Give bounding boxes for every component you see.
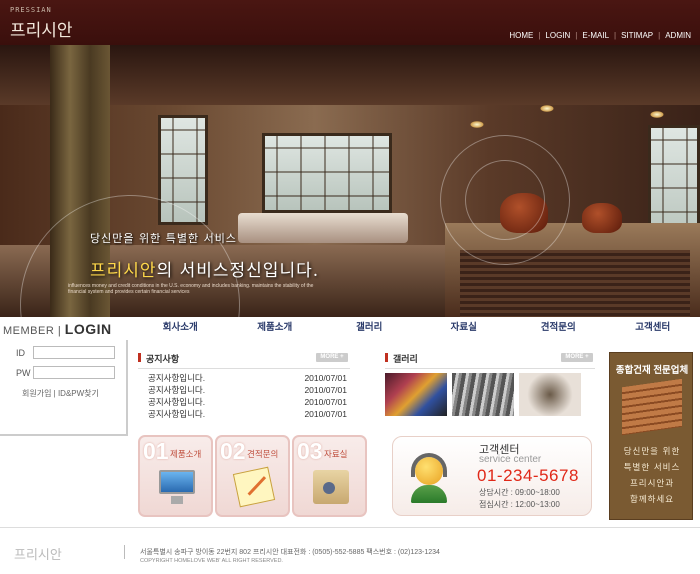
top-nav-sitemap[interactable]: SITIMAP [616,31,658,40]
notice-board: 공지사항 MORE + 공지사항입니다. 2010/07/01 공지사항입니다. 2… [138,352,350,420]
banner-line: 함께하세요 [629,495,675,505]
gallery-header: 갤러리 MORE + [385,352,595,366]
banner-title: 종합건재 전문업체 [615,365,689,376]
banner-line: 특별한 서비스 [623,463,681,473]
hero-lamp [470,121,484,128]
service-hours: 상담시간 : 09:00~18:00 [479,488,560,497]
quick-button-quote[interactable]: 02 견적문의 [215,435,290,517]
notice-row[interactable]: 공지사항입니다. 2010/07/01 [138,396,350,408]
login-title: MEMBER | LOGIN [3,321,112,337]
divider [385,368,595,369]
login-title-main: LOGIN [64,321,112,337]
notice-title: 공지사항 [146,354,180,364]
notice-row-title[interactable]: 공지사항입니다. [148,396,205,408]
quick-button-label: 견적문의 [247,449,279,459]
monitor-icon [159,470,195,504]
gallery-thumbnail[interactable] [385,373,447,416]
notice-row[interactable]: 공지사항입니다. 2010/07/01 [138,372,350,384]
quick-button-label: 제품소개 [170,449,202,459]
login-title-prefix: MEMBER [3,325,55,337]
service-phone: 01-234-5678 [477,466,579,485]
logo-small-text: PRESSIAN [10,6,52,14]
id-label: ID [16,348,25,358]
notice-row-date: 2010/07/01 [304,397,347,407]
hero-headline: 프리시안의 서비스정신입니다. [90,256,319,281]
note-pencil-icon [232,466,276,508]
footer-divider [0,527,700,528]
main-nav-support[interactable]: 고객센터 [606,319,700,335]
service-lunch-hours: 점심시간 : 12:00~13:00 [479,500,560,509]
hero-decor-circle [465,160,545,240]
pw-label: PW [16,368,31,378]
page: PRESSIAN 프리시안 HOME | LOGIN | E-MAIL | SI… [0,0,700,574]
main-nav: 회사소개 제품소개 갤러리 자료실 견적문의 고객센터 [133,319,700,335]
hero-bathtub [238,213,408,243]
id-row: ID [16,346,115,359]
divider [138,368,350,369]
quick-button-label: 자료실 [324,449,348,459]
main-nav-gallery[interactable]: 갤러리 [322,319,417,335]
hero-headline-rest: 의 서비스정신입니다. [156,261,320,281]
pw-row: PW [16,366,115,379]
notice-row-title[interactable]: 공지사항입니다. [148,408,205,420]
hero-headline-brand: 프리시안 [90,261,157,281]
hero-lamp [540,105,554,112]
wood-planks-image [622,378,682,436]
agent-body [411,485,447,503]
headset-band [411,453,447,477]
quick-button-number: 02 [220,438,246,464]
header: PRESSIAN 프리시안 HOME | LOGIN | E-MAIL | SI… [0,0,700,45]
footer-address: 서울특별시 송파구 방이동 22번지 802 프리시안 대표전화 : (0505… [140,549,440,556]
pw-input[interactable] [33,366,115,379]
gallery-thumbnail[interactable] [452,373,514,416]
gallery-section: 갤러리 MORE + [385,352,595,416]
gallery-thumbnail[interactable] [519,373,581,416]
main-nav-products[interactable]: 제품소개 [228,319,323,335]
hero-window [262,133,392,213]
main-nav-quote[interactable]: 견적문의 [511,319,606,335]
hero-vase [582,203,622,233]
logo[interactable]: 프리시안 [10,16,73,41]
top-nav-email[interactable]: E-MAIL [577,31,614,40]
promo-banner[interactable]: 종합건재 전문업체 당신만을 위한 특별한 서비스 프리시안과 함께하세요 [609,352,693,520]
quick-buttons: 01 제품소개 02 견적문의 03 자료실 [138,435,367,517]
quick-button-number: 01 [143,438,169,464]
login-box: MEMBER | LOGIN ID PW 회원가입 | ID&PW찾기 [0,318,130,436]
headset-agent-icon [405,447,453,505]
folder-icon [313,470,349,504]
main-nav-company[interactable]: 회사소개 [133,319,228,335]
notice-row[interactable]: 공지사항입니다. 2010/07/01 [138,384,350,396]
footer-copyright: COPYRIGHT HOMELOVE WEB' ALL RIGHT RESERV… [140,558,283,564]
main-nav-archive[interactable]: 자료실 [417,319,512,335]
gallery-more-button[interactable]: MORE + [561,353,593,362]
notice-row-date: 2010/07/01 [304,385,347,395]
login-links[interactable]: 회원가입 | ID&PW찾기 [22,388,99,399]
notice-header: 공지사항 MORE + [138,352,350,366]
footer-separator [124,545,125,559]
id-input[interactable] [33,346,115,359]
gallery-title: 갤러리 [393,354,418,364]
banner-line: 당신만을 위한 [623,447,681,457]
gallery-thumbnails [385,373,595,416]
banner-line: 프리시안과 [629,479,675,489]
service-subtitle: service center [479,454,542,465]
top-nav-login[interactable]: LOGIN [540,31,575,40]
top-nav-admin[interactable]: ADMIN [660,31,696,40]
quick-button-archive[interactable]: 03 자료실 [292,435,367,517]
hero-small-text: influences money and credit conditions i… [68,283,314,295]
notice-row-date: 2010/07/01 [304,373,347,383]
quick-button-number: 03 [297,438,323,464]
notice-row-date: 2010/07/01 [304,409,347,419]
hero-tagline: 당신만을 위한 특별한 서비스 [90,232,237,245]
top-nav: HOME | LOGIN | E-MAIL | SITIMAP | ADMIN [504,31,696,40]
service-center-box: 고객센터 service center 01-234-5678 상담시간 : 0… [392,436,592,516]
notice-more-button[interactable]: MORE + [316,353,348,362]
notice-row[interactable]: 공지사항입니다. 2010/07/01 [138,408,350,420]
quick-button-products[interactable]: 01 제품소개 [138,435,213,517]
top-nav-home[interactable]: HOME [504,31,538,40]
footer-logo: 프리시안 [14,548,62,563]
hero-lamp [650,111,664,118]
notice-row-title[interactable]: 공지사항입니다. [148,384,205,396]
notice-row-title[interactable]: 공지사항입니다. [148,372,205,384]
